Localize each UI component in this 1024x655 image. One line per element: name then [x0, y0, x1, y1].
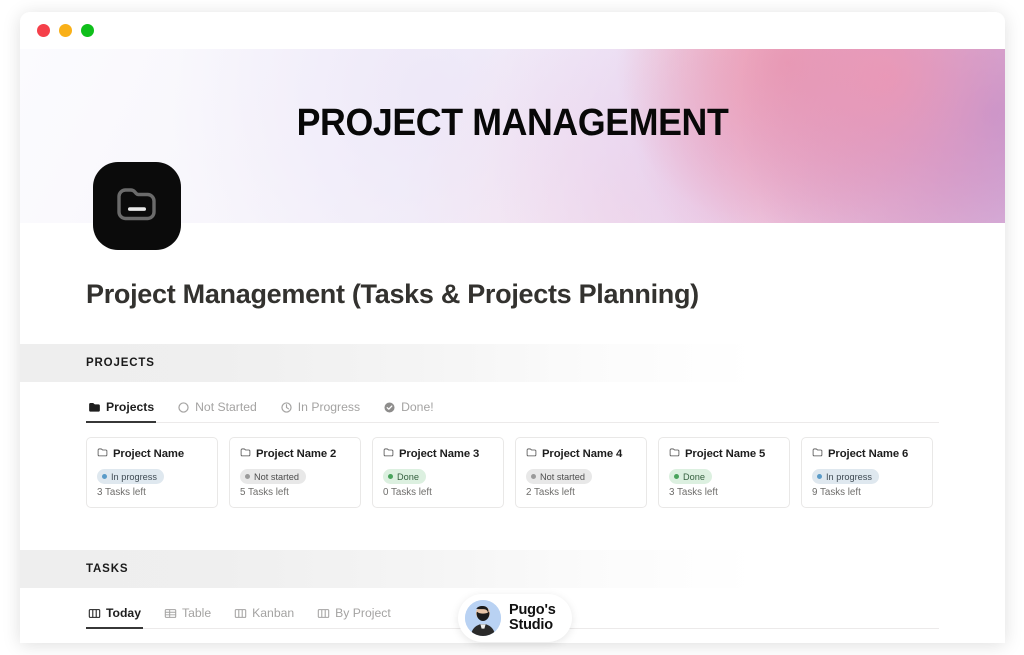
board-icon	[317, 607, 330, 620]
clock-icon	[280, 401, 293, 414]
minimize-button[interactable]	[59, 24, 72, 37]
projects-band-label: PROJECTS	[86, 357, 155, 369]
project-card-title: Project Name 3	[399, 448, 480, 460]
screen-root: PROJECT MANAGEMENT Project Management (T…	[0, 0, 1024, 655]
tab-table[interactable]: Table	[162, 606, 213, 629]
status-dot-icon	[388, 474, 393, 479]
status-badge-label: Done	[397, 471, 419, 482]
circle-icon	[177, 401, 190, 414]
status-badge: In progress	[97, 469, 164, 484]
project-card[interactable]: Project Name 6 In progress 9 Tasks left	[801, 437, 933, 508]
project-card[interactable]: Project Name 4 Not started 2 Tasks left	[515, 437, 647, 508]
status-badge: Not started	[240, 469, 306, 484]
project-cards: Project Name In progress 3 Tasks left Pr…	[86, 437, 1005, 508]
status-badge-label: Done	[683, 471, 705, 482]
status-badge-label: In progress	[826, 471, 872, 482]
hero-banner: PROJECT MANAGEMENT	[20, 49, 1005, 250]
project-card[interactable]: Project Name 2 Not started 5 Tasks left	[229, 437, 361, 508]
project-card-title-row: Project Name 2	[240, 447, 350, 461]
project-card[interactable]: Project Name 3 Done 0 Tasks left	[372, 437, 504, 508]
maximize-button[interactable]	[81, 24, 94, 37]
tasks-left-label: 3 Tasks left	[97, 487, 146, 498]
folder-icon	[526, 447, 537, 461]
folder-icon	[669, 447, 680, 461]
app-window: PROJECT MANAGEMENT Project Management (T…	[20, 12, 1005, 643]
project-card-title-row: Project Name 6	[812, 447, 922, 461]
status-badge-label: In progress	[111, 471, 157, 482]
tab-not-started[interactable]: Not Started	[175, 400, 259, 423]
tab-kanban-label: Kanban	[252, 606, 295, 620]
status-dot-icon	[102, 474, 107, 479]
tab-projects-label: Projects	[106, 400, 155, 414]
watermark-line1: Pugo's	[509, 602, 556, 619]
project-card[interactable]: Project Name 5 Done 3 Tasks left	[658, 437, 790, 508]
tasks-band-label: TASKS	[86, 563, 129, 575]
tasks-band: TASKS	[20, 550, 939, 588]
folder-icon	[97, 447, 108, 461]
watermark-line2: Studio	[509, 617, 553, 633]
project-card-title-row: Project Name 4	[526, 447, 636, 461]
watermark-text: Pugo's Studio	[509, 603, 556, 633]
tasks-left-label: 2 Tasks left	[526, 487, 575, 498]
project-card-title-row: Project Name 3	[383, 447, 493, 461]
tab-done[interactable]: Done!	[381, 400, 436, 423]
tasks-left-label: 5 Tasks left	[240, 487, 289, 498]
board-icon	[234, 607, 247, 620]
tab-today[interactable]: Today	[86, 606, 143, 629]
project-card-title: Project Name 5	[685, 448, 766, 460]
tab-in-progress[interactable]: In Progress	[278, 400, 362, 423]
folder-icon	[88, 401, 101, 414]
tab-by-project[interactable]: By Project	[315, 606, 393, 629]
watermark-badge: Pugo's Studio	[458, 594, 572, 642]
hero-title: PROJECT MANAGEMENT	[296, 102, 729, 144]
tab-table-label: Table	[182, 606, 212, 620]
status-dot-icon	[817, 474, 822, 479]
projects-tabbar: Projects Not Started In Progress Done!	[86, 400, 939, 423]
project-card-title: Project Name 4	[542, 448, 623, 460]
status-badge: Done	[669, 469, 712, 484]
board-icon	[88, 607, 101, 620]
tab-by-project-label: By Project	[335, 606, 391, 620]
projects-section: PROJECTS Projects Not Started In Progres…	[20, 344, 1005, 508]
folder-icon	[240, 447, 251, 461]
tab-not-started-label: Not Started	[195, 400, 257, 414]
status-dot-icon	[674, 474, 679, 479]
folder-minus-icon	[114, 183, 160, 230]
folder-icon	[383, 447, 394, 461]
page-title: Project Management (Tasks & Projects Pla…	[86, 279, 699, 309]
tasks-left-label: 9 Tasks left	[812, 487, 861, 498]
project-card-title: Project Name	[113, 448, 185, 460]
check-circle-icon	[383, 401, 396, 414]
tab-today-label: Today	[106, 606, 141, 620]
project-card-title: Project Name 6	[828, 448, 909, 460]
page-body: Project Management (Tasks & Projects Pla…	[20, 279, 1005, 643]
status-dot-icon	[531, 474, 536, 479]
status-dot-icon	[245, 474, 250, 479]
tab-projects[interactable]: Projects	[86, 400, 157, 423]
tasks-left-label: 3 Tasks left	[669, 487, 718, 498]
close-button[interactable]	[37, 24, 50, 37]
project-card-title-row: Project Name 5	[669, 447, 779, 461]
app-icon	[93, 162, 181, 250]
tab-done-label: Done!	[401, 400, 434, 414]
tasks-left-label: 0 Tasks left	[383, 487, 432, 498]
status-badge: Done	[383, 469, 426, 484]
project-card-title-row: Project Name	[97, 447, 207, 461]
project-card[interactable]: Project Name In progress 3 Tasks left	[86, 437, 218, 508]
table-icon	[164, 607, 177, 620]
projects-band: PROJECTS	[20, 344, 939, 382]
window-titlebar	[20, 12, 1005, 49]
status-badge: In progress	[812, 469, 879, 484]
tab-in-progress-label: In Progress	[297, 400, 361, 414]
folder-icon	[812, 447, 823, 461]
status-badge-label: Not started	[540, 471, 585, 482]
project-card-title: Project Name 2	[256, 448, 337, 460]
status-badge-label: Not started	[254, 471, 299, 482]
status-badge: Not started	[526, 469, 592, 484]
tab-kanban[interactable]: Kanban	[232, 606, 296, 629]
avatar	[465, 600, 501, 636]
